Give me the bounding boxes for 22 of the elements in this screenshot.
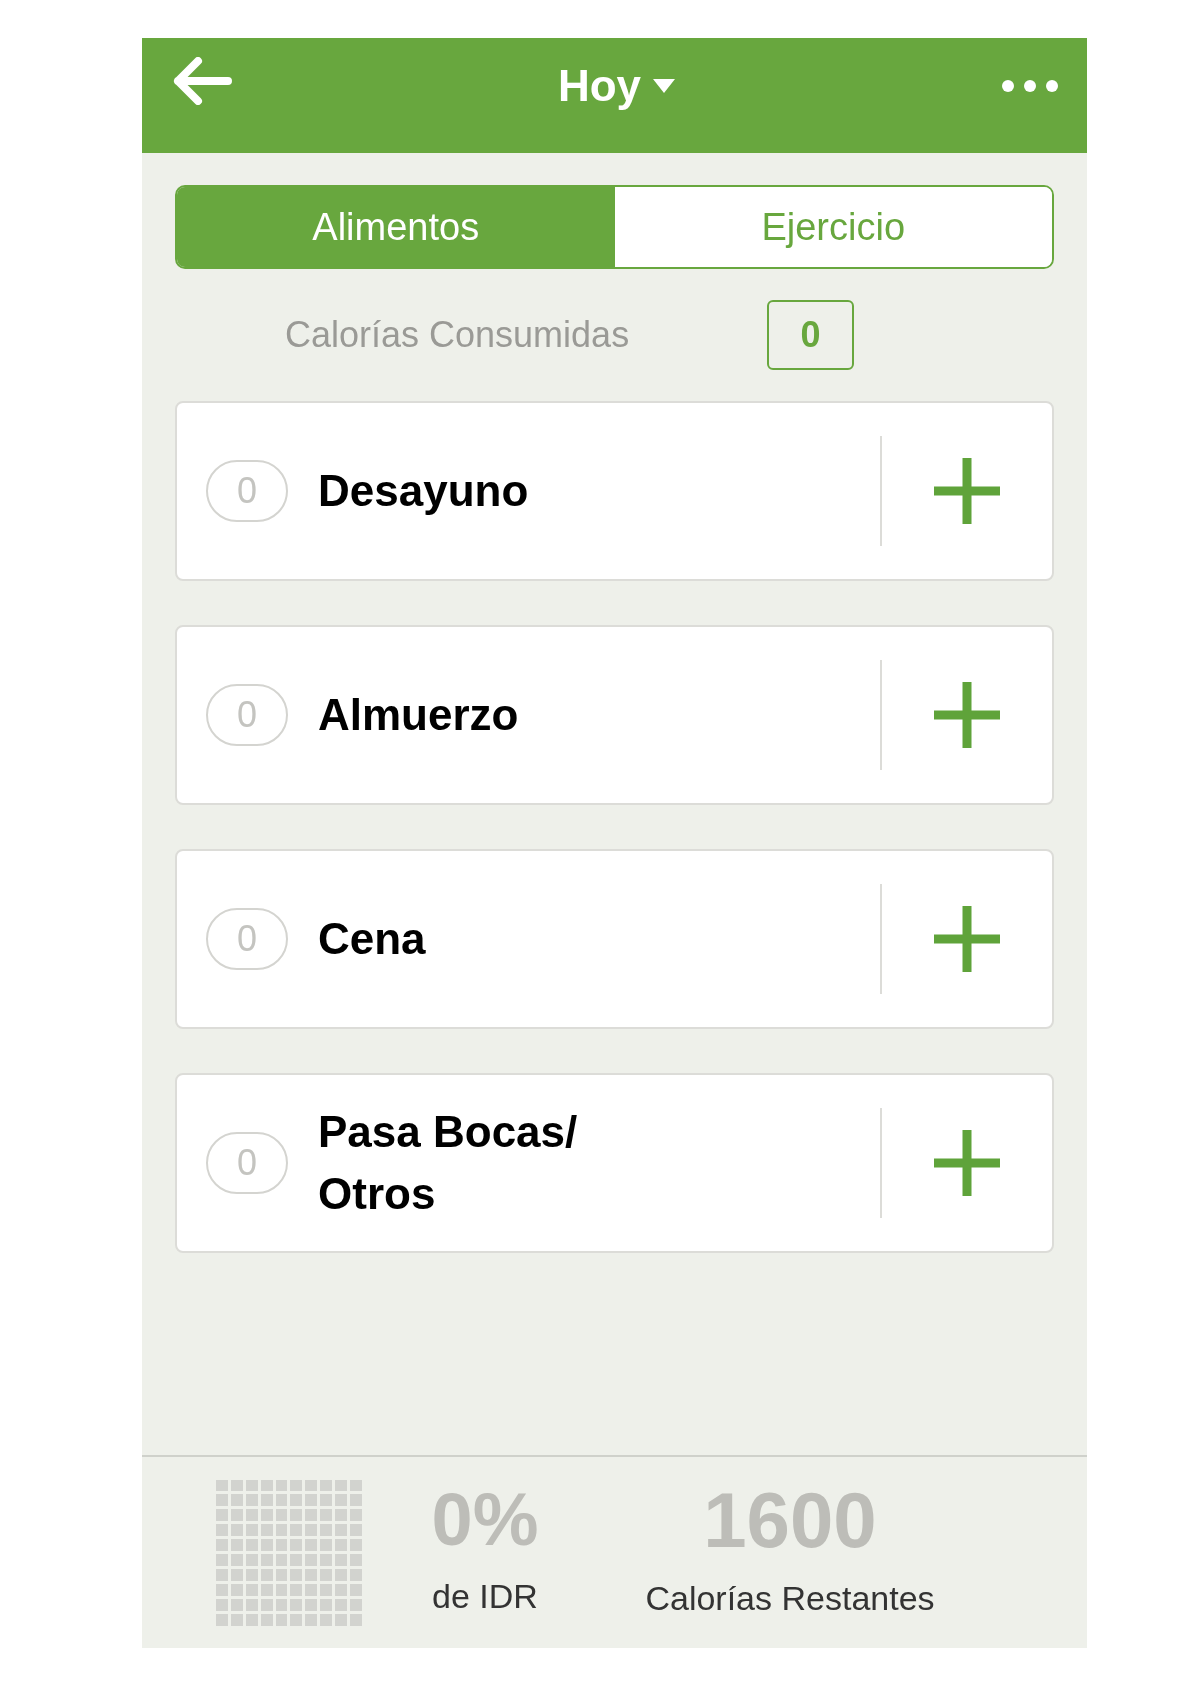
meal-card[interactable]: 0 Desayuno: [175, 401, 1054, 581]
meal-calorie-count: 0: [206, 908, 288, 970]
meal-calorie-count: 0: [206, 460, 288, 522]
plus-icon: [934, 458, 1000, 524]
meal-name: Cena: [318, 913, 427, 966]
plus-icon: [934, 1130, 1000, 1196]
meal-name: Almuerzo: [318, 689, 520, 742]
intake-label: de IDR: [432, 1576, 538, 1617]
remaining-calories-label: Calorías Restantes: [645, 1578, 935, 1619]
plus-icon: [934, 906, 1000, 972]
meal-calorie-count: 0: [206, 684, 288, 746]
caret-icon: [653, 78, 676, 93]
calories-consumed-value: 0: [767, 300, 854, 370]
more-icon[interactable]: [1001, 78, 1059, 93]
meal-card[interactable]: 0 Almuerzo: [175, 625, 1054, 805]
calories-consumed-label: Calorías Consumidas: [285, 313, 631, 357]
meal-calorie-count: 0: [206, 1132, 288, 1194]
meal-name: Pasa Bocas/ Otros: [318, 1106, 579, 1220]
plus-icon: [934, 682, 1000, 748]
meal-card[interactable]: 0 Cena: [175, 849, 1054, 1029]
meal-card[interactable]: 0 Pasa Bocas/ Otros: [175, 1073, 1054, 1253]
meal-name: Desayuno: [318, 465, 530, 518]
